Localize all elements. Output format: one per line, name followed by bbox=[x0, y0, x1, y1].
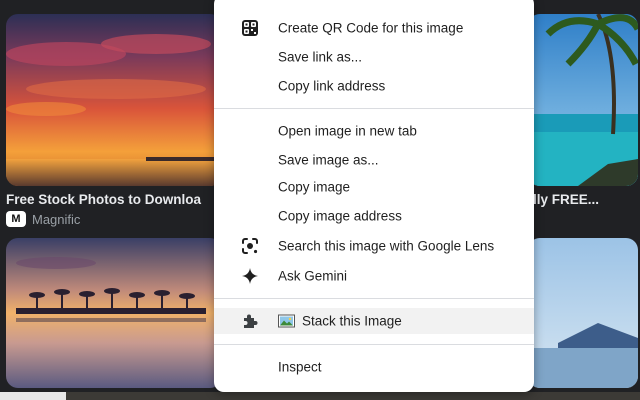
result-title-left[interactable]: Free Stock Photos to Downloa bbox=[6, 192, 220, 207]
mountain-sea-graphic bbox=[528, 238, 638, 388]
menu-item-copy-image[interactable]: Copy image bbox=[214, 174, 534, 200]
source-name: Magnific bbox=[32, 211, 81, 227]
menu-item-label: Inspect bbox=[278, 359, 322, 375]
menu-item-label: Copy link address bbox=[278, 78, 386, 94]
result-title-right[interactable]: tally FREE... bbox=[528, 192, 638, 207]
google-lens-icon bbox=[240, 236, 260, 256]
menu-item-label: Open image in new tab bbox=[278, 123, 417, 139]
magnific-logo-icon: M bbox=[6, 211, 26, 227]
menu-item-label: Ask Gemini bbox=[278, 268, 348, 284]
puzzle-extension-icon bbox=[240, 311, 260, 331]
menu-item-label: Copy image address bbox=[278, 208, 402, 224]
result-source[interactable]: M Magnific bbox=[6, 211, 80, 227]
menu-separator bbox=[214, 108, 534, 109]
menu-item-copy-image-address[interactable]: Copy image address bbox=[214, 203, 534, 229]
menu-item-label: Search this image with Google Lens bbox=[278, 238, 495, 254]
menu-separator bbox=[214, 298, 534, 299]
sunset-ocean-graphic bbox=[6, 14, 222, 186]
menu-item-label: Save image as... bbox=[278, 152, 379, 168]
menu-item-save-link-as[interactable]: Save link as... bbox=[214, 44, 534, 70]
menu-item-stack-this-image[interactable]: Stack this Image bbox=[214, 308, 534, 334]
menu-item-ask-gemini[interactable]: Ask Gemini bbox=[214, 263, 534, 289]
palm-island-graphic bbox=[6, 238, 222, 388]
palm-island-sunset-image[interactable] bbox=[6, 238, 222, 388]
menu-item-save-image-as[interactable]: Save image as... bbox=[214, 147, 534, 173]
menu-item-open-image-new-tab[interactable]: Open image in new tab bbox=[214, 118, 534, 144]
bottom-image-strip bbox=[0, 392, 640, 400]
bottom-strip-light-segment bbox=[0, 392, 66, 400]
gemini-sparkle-icon bbox=[240, 266, 260, 286]
mountain-sea-image[interactable] bbox=[528, 238, 638, 388]
menu-item-label: Copy image bbox=[278, 179, 351, 195]
tropical-beach-image[interactable] bbox=[528, 14, 638, 186]
menu-item-label: Save link as... bbox=[278, 49, 363, 65]
menu-item-label: Create QR Code for this image bbox=[278, 20, 464, 36]
menu-item-create-qr-code[interactable]: Create QR Code for this image bbox=[214, 15, 534, 41]
menu-item-copy-link-address[interactable]: Copy link address bbox=[214, 73, 534, 99]
context-menu: Create QR Code for this image Save link … bbox=[214, 0, 534, 392]
stack-image-extension-icon bbox=[278, 314, 295, 328]
menu-item-search-google-lens[interactable]: Search this image with Google Lens bbox=[214, 233, 534, 259]
menu-separator bbox=[214, 344, 534, 345]
tropical-beach-graphic bbox=[528, 14, 638, 186]
sunset-ocean-image[interactable] bbox=[6, 14, 222, 186]
qr-code-icon bbox=[240, 18, 260, 38]
menu-item-inspect[interactable]: Inspect bbox=[214, 354, 534, 380]
menu-item-label: Stack this Image bbox=[302, 313, 402, 329]
